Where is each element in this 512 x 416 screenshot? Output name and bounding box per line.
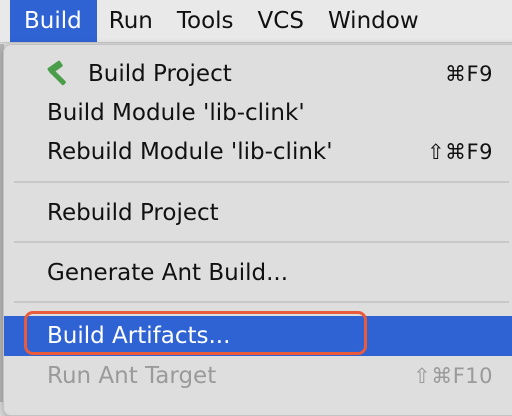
menu-item-build-module[interactable]: Build Module 'lib-clink' [4,93,512,133]
menu-item-label: Rebuild Module 'lib-clink' [47,139,333,165]
menu-item-label: Generate Ant Build... [47,260,289,286]
menu-item-rebuild-module[interactable]: Rebuild Module 'lib-clink' ⇧⌘F9 [4,132,512,172]
shortcut-label: ⇧⌘F9 [426,140,493,164]
menu-item-label: Build Module 'lib-clink' [47,100,305,126]
menubar-vcs[interactable]: VCS [246,0,316,42]
menu-item-generate-ant-build[interactable]: Generate Ant Build... [4,253,512,293]
menu-separator [14,181,509,183]
menu-separator [14,301,509,303]
menu-item-run-ant-target: Run Ant Target ⇧⌘F10 [4,356,512,396]
hammer-icon [47,60,66,86]
menu-item-label: Build Artifacts... [47,323,231,349]
menu-item-label: Build Project [88,61,232,87]
menu-separator [14,241,509,243]
menubar-tools[interactable]: Tools [165,0,246,42]
menu-item-build-artifacts[interactable]: Build Artifacts... [4,316,512,356]
menu-item-build-project[interactable]: Build Project ⌘F9 [4,54,512,94]
build-dropdown-menu: Build Project ⌘F9 Build Module 'lib-clin… [3,44,512,416]
menu-item-label: Rebuild Project [47,200,219,226]
shortcut-label: ⌘F9 [445,62,493,86]
menu-item-rebuild-project[interactable]: Rebuild Project [4,193,512,233]
menu-item-label: Run Ant Target [47,363,217,389]
menubar-build[interactable]: Build [10,0,97,42]
menu-bar: Build Run Tools VCS Window [0,0,512,43]
menubar-window[interactable]: Window [316,0,431,42]
menubar-run[interactable]: Run [97,0,165,42]
shortcut-label: ⇧⌘F10 [413,364,493,388]
